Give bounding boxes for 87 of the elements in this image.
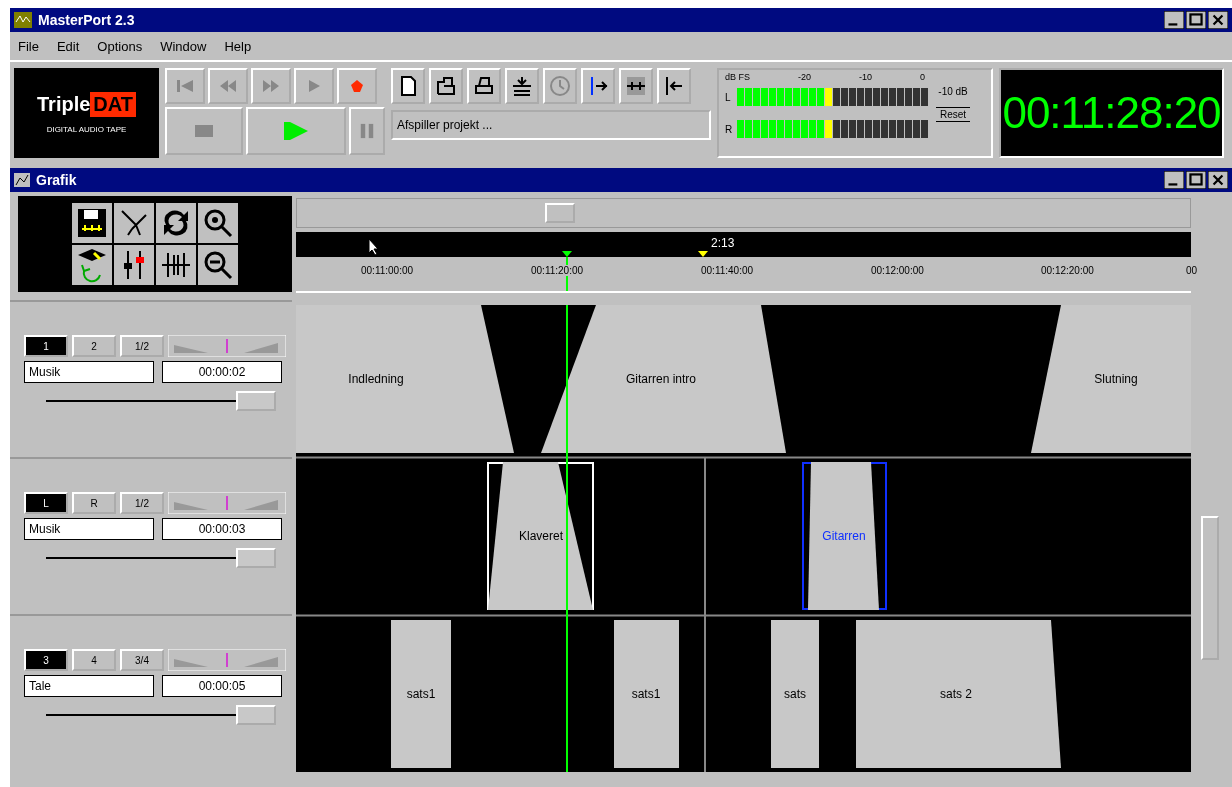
channel-button[interactable]: R [72, 492, 116, 514]
audio-clip[interactable]: Klaveret [487, 462, 594, 610]
channel-label: R [725, 123, 733, 135]
toolbar-button[interactable] [391, 68, 425, 104]
window-title: MasterPort 2.3 [38, 12, 135, 28]
track-time-field[interactable]: 00:00:05 [162, 675, 282, 697]
ruler-label: 00 [1186, 265, 1198, 276]
save-icon[interactable] [72, 203, 112, 243]
channel-button[interactable]: 3/4 [120, 649, 164, 671]
meter-reading: -10 dB [938, 86, 968, 97]
close-icon[interactable] [1208, 11, 1228, 29]
clock-icon [548, 74, 572, 98]
toolbar-button[interactable] [657, 68, 691, 104]
audio-clip[interactable]: sats [771, 620, 819, 768]
app-icon [14, 12, 32, 28]
toolbar-button[interactable] [505, 68, 539, 104]
maximize-icon[interactable] [1186, 171, 1206, 189]
volume-slider[interactable] [46, 546, 276, 570]
maximize-icon[interactable] [1186, 11, 1206, 29]
channel-button[interactable]: 2 [72, 335, 116, 357]
scale-label: 0 [919, 72, 925, 82]
slider-thumb[interactable] [236, 705, 276, 725]
menu-item[interactable]: Window [160, 38, 207, 54]
split-icon[interactable] [156, 245, 196, 285]
channel-button[interactable]: L [24, 492, 68, 514]
recycle-icon[interactable] [72, 245, 112, 285]
logo-badge: DAT [90, 92, 136, 117]
track-name-field[interactable]: Musik [24, 361, 154, 383]
ruler-label: 00:12:00:00 [871, 265, 924, 276]
scroll-bar[interactable] [296, 198, 1191, 228]
folder-icon [434, 74, 458, 98]
menu-item[interactable]: Options [97, 38, 143, 54]
ruler-label: 00:11:40:00 [701, 265, 754, 276]
slider-thumb[interactable] [236, 391, 276, 411]
menu-item[interactable]: Help [224, 38, 252, 54]
channel-label: L [725, 91, 732, 103]
audio-clip[interactable]: sats1 [614, 620, 679, 768]
channel-button[interactable]: 3 [24, 649, 68, 671]
minimize-icon[interactable] [1164, 11, 1184, 29]
time-display: 00:11:28:20 [999, 68, 1224, 158]
menu-item[interactable]: File [18, 38, 39, 54]
ruler-label: 00:11:00:00 [361, 265, 414, 276]
audio-clip[interactable]: Indledning [296, 305, 514, 453]
channel-button[interactable]: 4 [72, 649, 116, 671]
close-icon[interactable] [1208, 171, 1228, 189]
logo-text: Triple [37, 93, 91, 116]
toolbar-button[interactable] [619, 68, 653, 104]
loop-icon[interactable] [156, 203, 196, 243]
channel-button[interactable]: 1 [24, 335, 68, 357]
toolbar-button[interactable] [429, 68, 463, 104]
graph-icon [14, 173, 30, 187]
track-time-field[interactable]: 00:00:02 [162, 361, 282, 383]
ruler-label: 00:11:20:00 [531, 265, 584, 276]
track-name-field[interactable]: Musik [24, 518, 154, 540]
insert-icon [510, 74, 534, 98]
scale-label: -20 [798, 72, 811, 82]
audio-clip[interactable]: sats1 [391, 620, 451, 768]
audio-clip[interactable]: Gitarren intro [541, 305, 786, 453]
zoom-out-icon[interactable] [198, 245, 238, 285]
zoom-in-icon[interactable] [198, 203, 238, 243]
audio-clip[interactable]: Gitarren [802, 462, 887, 610]
volume-slider[interactable] [46, 389, 276, 413]
marker-label: 2:13 [711, 236, 735, 250]
grid-icon [624, 74, 648, 98]
scissors-icon[interactable] [114, 203, 154, 243]
toolbar-button[interactable] [581, 68, 615, 104]
transport-button[interactable] [337, 68, 377, 104]
scale-label: -10 [858, 72, 872, 82]
reset-button[interactable]: Reset [936, 107, 971, 122]
volume-slider[interactable] [46, 703, 276, 727]
marker-icon [698, 251, 708, 257]
slider-thumb[interactable] [236, 548, 276, 568]
ruler-label: 00:12:20:00 [1041, 265, 1094, 276]
track-name-field[interactable]: Tale [24, 675, 154, 697]
skip-back-icon [174, 77, 196, 95]
audio-clip[interactable]: sats 2 [856, 620, 1061, 768]
track-time-field[interactable]: 00:00:03 [162, 518, 282, 540]
fader-icon[interactable] [114, 245, 154, 285]
menu-item[interactable]: Edit [56, 38, 80, 54]
minimize-icon[interactable] [1164, 171, 1184, 189]
scale-label: dB FS [725, 72, 750, 82]
status-field: Afspiller projekt ... [391, 110, 711, 140]
logo-subtitle: DIGITAL AUDIO TAPE [46, 125, 127, 134]
toolbar-button[interactable] [467, 68, 501, 104]
channel-button[interactable]: 1/2 [120, 335, 164, 357]
window-title: Grafik [36, 172, 77, 188]
channel-button[interactable]: 1/2 [120, 492, 164, 514]
